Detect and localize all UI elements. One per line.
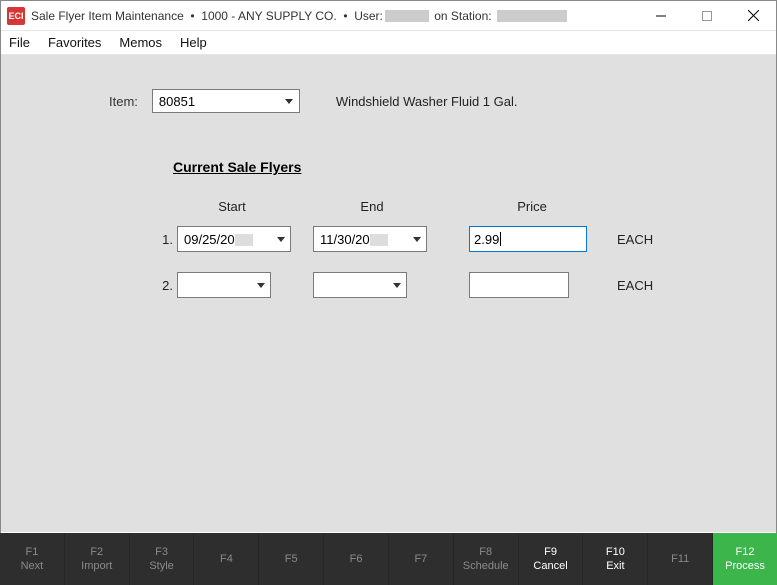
title-text-1: Sale Flyer Item Maintenance • 1000 - ANY… (31, 9, 383, 23)
fkey-f2[interactable]: F2Import (65, 533, 130, 585)
start-date-2-dropdown[interactable] (250, 283, 270, 288)
chevron-down-icon (285, 99, 293, 104)
flyer-row-1: 1. 09/25/20 11/30/20 2.99 EACH (157, 226, 746, 252)
column-headers: Start End Price (173, 199, 746, 214)
fkey-f5[interactable]: F5 (259, 533, 324, 585)
start-date-2[interactable] (177, 272, 271, 298)
fkey-f9[interactable]: F9Cancel (519, 533, 584, 585)
fkey-f6[interactable]: F6 (324, 533, 389, 585)
item-row: Item: 80851 Windshield Washer Fluid 1 Ga… (109, 89, 746, 113)
fkey-bar: F1Next F2Import F3Style F4 F5 F6 F7 F8Sc… (0, 533, 777, 585)
chevron-down-icon (413, 237, 421, 242)
chevron-down-icon (393, 283, 401, 288)
fkey-f7[interactable]: F7 (389, 533, 454, 585)
start-date-1-value: 09/25/20 (184, 232, 235, 247)
row-number-2: 2. (157, 278, 173, 293)
minimize-button[interactable] (638, 1, 684, 30)
uom-1: EACH (617, 232, 653, 247)
start-date-1[interactable]: 09/25/20 (177, 226, 291, 252)
content-area: Item: 80851 Windshield Washer Fluid 1 Ga… (1, 55, 776, 532)
end-date-1-value: 11/30/20 (320, 232, 370, 247)
end-date-2-dropdown[interactable] (386, 283, 406, 288)
redacted-user (385, 10, 429, 22)
item-description: Windshield Washer Fluid 1 Gal. (336, 94, 518, 109)
row-number-1: 1. (157, 232, 173, 247)
window-controls (638, 1, 776, 30)
price-value-1: 2.99 (474, 232, 499, 247)
end-date-1-dropdown[interactable] (406, 237, 426, 242)
fkey-f12[interactable]: F12Process (713, 533, 777, 585)
redacted (370, 234, 388, 246)
title-text-2: on Station: (431, 9, 495, 23)
titlebar: ECI Sale Flyer Item Maintenance • 1000 -… (1, 1, 776, 31)
redacted-station (497, 10, 567, 22)
redacted (235, 234, 253, 246)
fkey-f11[interactable]: F11 (648, 533, 713, 585)
fkey-f4[interactable]: F4 (194, 533, 259, 585)
close-icon (748, 10, 759, 21)
flyer-row-2: 2. EACH (157, 272, 746, 298)
item-combo[interactable]: 80851 (152, 89, 300, 113)
close-button[interactable] (730, 1, 776, 30)
end-date-1[interactable]: 11/30/20 (313, 226, 427, 252)
minimize-icon (656, 11, 666, 21)
uom-2: EACH (617, 278, 653, 293)
section-header: Current Sale Flyers (173, 159, 746, 175)
menubar: File Favorites Memos Help (1, 31, 776, 55)
price-input-1[interactable]: 2.99 (469, 226, 587, 252)
menu-help[interactable]: Help (180, 35, 207, 50)
col-price-label: Price (473, 199, 591, 214)
menu-favorites[interactable]: Favorites (48, 35, 101, 50)
price-input-2[interactable] (469, 272, 569, 298)
chevron-down-icon (277, 237, 285, 242)
maximize-icon (702, 11, 712, 21)
fkey-f1[interactable]: F1Next (0, 533, 65, 585)
end-date-2[interactable] (313, 272, 407, 298)
col-end-label: End (313, 199, 431, 214)
fkey-f10[interactable]: F10Exit (583, 533, 648, 585)
start-date-1-dropdown[interactable] (270, 237, 290, 242)
menu-memos[interactable]: Memos (119, 35, 162, 50)
text-caret (500, 232, 501, 246)
chevron-down-icon (257, 283, 265, 288)
fkey-f8[interactable]: F8Schedule (454, 533, 519, 585)
item-dropdown-button[interactable] (279, 99, 299, 104)
fkey-f3[interactable]: F3Style (130, 533, 195, 585)
item-value: 80851 (159, 94, 195, 109)
maximize-button[interactable] (684, 1, 730, 30)
item-label: Item: (109, 94, 138, 109)
col-start-label: Start (173, 199, 291, 214)
menu-file[interactable]: File (9, 35, 30, 50)
app-icon: ECI (7, 7, 25, 25)
